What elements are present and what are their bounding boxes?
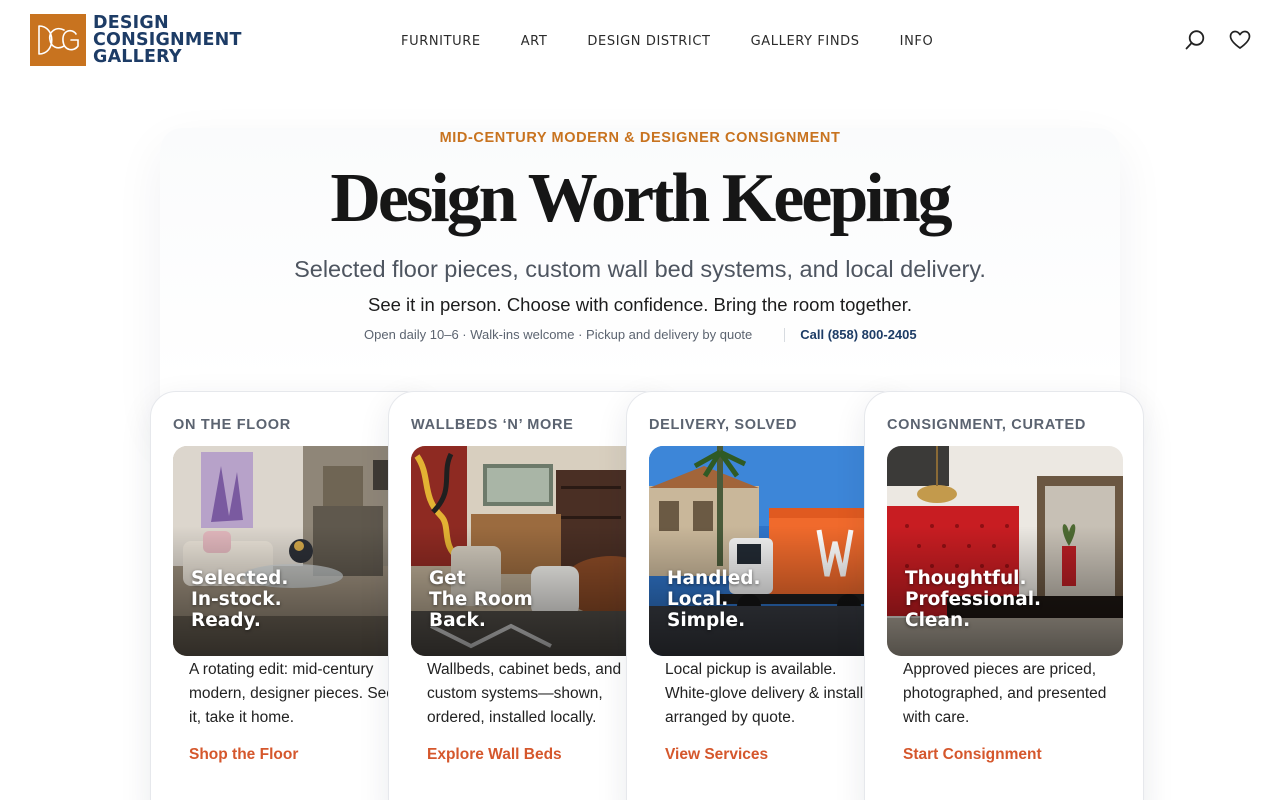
overlay-line: Simple. [667,610,746,631]
hero-subhead: Selected floor pieces, custom wall bed s… [294,256,986,282]
overlay-line: Thoughtful. [905,568,1027,589]
card-overlay-text: Thoughtful. Professional. Clean. [905,568,1041,631]
card-consignment: CONSIGNMENT, CURATED Thoughtful. Profess… [864,391,1144,800]
card-image-wallbeds[interactable]: Get The Room Back. [411,446,647,656]
overlay-line: In-stock. [191,589,282,610]
overlay-line: Selected. [191,568,289,589]
overlay-line: The Room [429,589,533,610]
card-label: DELIVERY, SOLVED [649,417,798,433]
hero-eyebrow: MID-CENTURY MODERN & DESIGNER CONSIGNMEN… [439,130,841,146]
hero-headline: Design Worth Keeping [330,160,952,237]
overlay-line: Professional. [905,589,1042,610]
brand-name-line: DESIGN [93,12,169,33]
card-description: A rotating edit: mid-century modern, des… [189,661,395,726]
overlay-line: Handled. [667,568,761,589]
logo-monogram [30,14,86,66]
card-image-red-headboard[interactable]: Thoughtful. Professional. Clean. [887,446,1123,656]
site-header: DESIGN CONSIGNMENT GALLERY FURNITURE ART… [0,0,1280,84]
phone-link[interactable]: Call (858) 800-2405 [800,327,916,342]
shop-the-floor-link[interactable]: Shop the Floor [189,746,298,764]
card-overlay-text: Get The Room Back. [429,568,533,631]
card-label: CONSIGNMENT, CURATED [887,417,1087,433]
overlay-line: Get [429,568,466,589]
brand-name-line: GALLERY [93,46,182,67]
nav-item-gallery-finds[interactable]: GALLERY FINDS [751,34,860,49]
nav-item-art[interactable]: ART [521,34,548,49]
brand-logo[interactable]: DESIGN CONSIGNMENT GALLERY [30,14,242,66]
card-image-delivery-truck[interactable]: Handled. Local. Simple. [649,446,885,656]
overlay-line: Clean. [905,610,971,631]
nav-item-info[interactable]: INFO [900,34,934,49]
card-image-showroom[interactable]: Selected. In-stock. Ready. [173,446,409,656]
overlay-line: Local. [667,589,729,610]
card-description: Wallbeds, cabinet beds, and custom syste… [427,661,622,726]
card-label: WALLBEDS ‘N’ MORE [411,417,574,433]
hero-tagline: See it in person. Choose with confidence… [367,294,912,315]
info-divider [784,327,786,342]
main-nav: FURNITURE ART DESIGN DISTRICT GALLERY FI… [401,34,973,49]
start-consignment-link[interactable]: Start Consignment [903,746,1042,764]
explore-wall-beds-link[interactable]: Explore Wall Beds [427,746,562,764]
hero-info-row: Open daily 10–6 · Walk-ins welcome · Pic… [364,327,917,342]
card-description: Approved pieces are priced, photographed… [903,661,1107,726]
brand-name-line: CONSIGNMENT [93,29,242,50]
overlay-line: Back. [429,610,486,631]
search-icon[interactable] [1183,28,1207,52]
view-services-link[interactable]: View Services [665,746,768,764]
card-description: Local pickup is available. White-glove d… [665,661,864,726]
store-hours: Open daily 10–6 · Walk-ins welcome · Pic… [364,327,753,342]
overlay-line: Ready. [191,610,261,631]
nav-item-furniture[interactable]: FURNITURE [401,34,481,49]
card-overlay-text: Handled. Local. Simple. [667,568,761,631]
nav-item-design-district[interactable]: DESIGN DISTRICT [587,34,710,49]
card-overlay-text: Selected. In-stock. Ready. [191,568,288,631]
heart-icon[interactable] [1228,28,1252,52]
brand-name: DESIGN CONSIGNMENT GALLERY [93,12,242,67]
card-label: ON THE FLOOR [173,417,291,433]
